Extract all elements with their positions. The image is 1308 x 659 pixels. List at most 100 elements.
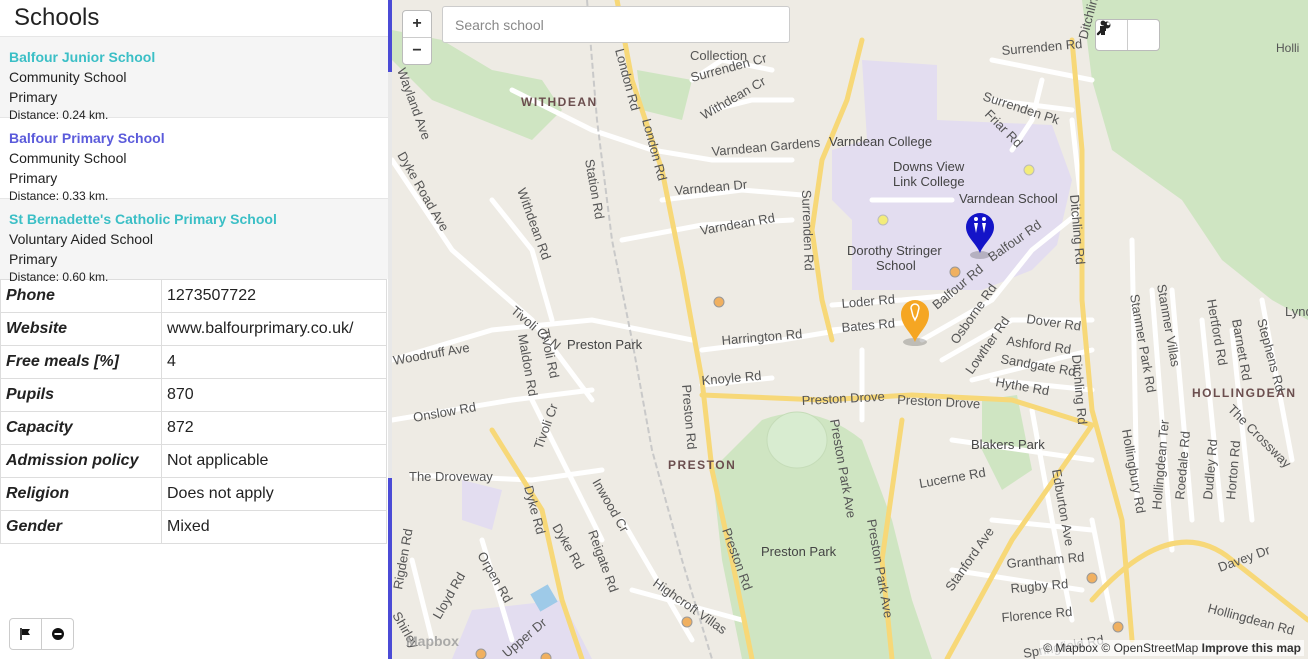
- school-area: [462, 480, 502, 530]
- school-name[interactable]: Balfour Primary School: [9, 128, 379, 148]
- details-key: Free meals [%]: [0, 345, 162, 379]
- details-value: 1273507722: [161, 279, 387, 313]
- label-varndean-school: Varndean School: [959, 191, 1058, 206]
- school-type: Community School: [9, 69, 127, 85]
- label-grantham-rd: Grantham Rd: [1006, 549, 1085, 571]
- label-hollingdean-rd: Hollingdean Rd: [1206, 600, 1296, 637]
- label-dorothy-stringer: Dorothy Stringer: [847, 243, 942, 258]
- label-loder-rd: Loder Rd: [841, 291, 896, 311]
- details-key: Religion: [0, 477, 162, 511]
- sidebar: Schools Balfour Junior School Community …: [0, 0, 388, 659]
- school-poi: [1112, 621, 1124, 633]
- school-type: Community School: [9, 150, 127, 166]
- label-lynd: Lynd: [1285, 304, 1308, 319]
- minus-circle-icon: [51, 628, 64, 640]
- label-preston-park: Preston Park: [761, 544, 837, 559]
- label-varndean-dr: Varndean Dr: [674, 177, 748, 198]
- wrench-button[interactable]: [1096, 20, 1159, 50]
- label-hythe-rd: Hythe Rd: [994, 374, 1050, 398]
- school-poi: [713, 296, 725, 308]
- flag-button[interactable]: [10, 619, 41, 649]
- school-poi: [540, 652, 552, 659]
- label-school: School: [876, 258, 916, 273]
- label-hollingbury-rd: Hollingbury Rd: [1119, 428, 1149, 515]
- school-phase: Primary: [9, 89, 58, 105]
- details-row: Pupils 870: [0, 378, 387, 412]
- label-preston-park-station: Preston Park: [567, 337, 643, 352]
- label-dover-rd: Dover Rd: [1026, 311, 1082, 333]
- label-florence-rd: Florence Rd: [1001, 604, 1073, 625]
- label-holli-park: Holli: [1276, 41, 1299, 55]
- details-value: 870: [161, 378, 387, 412]
- school-phase: Primary: [9, 251, 58, 267]
- school-list-item-selected[interactable]: Balfour Primary School Community School …: [0, 117, 388, 203]
- sidebar-action-buttons: [9, 618, 74, 650]
- label-horton-rd: Horton Rd: [1223, 440, 1243, 500]
- label-preston-drove: Preston Drove: [801, 389, 885, 408]
- details-row: Free meals [%] 4: [0, 345, 387, 379]
- label-woodruff-ave: Woodruff Ave: [392, 340, 471, 368]
- details-value: Not applicable: [161, 444, 387, 478]
- osm-attribution-link[interactable]: © OpenStreetMap: [1101, 641, 1198, 655]
- label-dyke-road-ave: Dyke Road Ave: [394, 149, 452, 234]
- label-preston: PRESTON: [668, 458, 736, 472]
- label-preston-drove-2: Preston Drove: [897, 392, 981, 411]
- school-list-item[interactable]: Balfour Junior School Community School P…: [0, 36, 388, 122]
- label-surrenden-rd-vertical: Surrenden Rd: [799, 190, 817, 271]
- details-value: 872: [161, 411, 387, 445]
- label-preston-rd: Preston Rd: [679, 384, 700, 450]
- label-ditchling-rd-2: Ditchling Rd: [1067, 194, 1088, 265]
- label-withdean: WITHDEAN: [521, 95, 598, 109]
- map-attribution: © Mapbox © OpenStreetMap Improve this ma…: [1040, 640, 1304, 656]
- label-orpen-rd: Orpen Rd: [474, 549, 515, 605]
- school-poi: [475, 648, 487, 659]
- school-type: Voluntary Aided School: [9, 231, 153, 247]
- search-school-input[interactable]: [442, 6, 790, 43]
- label-lucerne-rd: Lucerne Rd: [918, 465, 987, 491]
- label-lloyd-rd: Lloyd Rd: [430, 570, 469, 622]
- school-poi: [1086, 572, 1098, 584]
- label-varndean-gardens: Varndean Gardens: [711, 135, 821, 159]
- remove-button[interactable]: [41, 619, 73, 649]
- label-knoyle-rd: Knoyle Rd: [701, 368, 762, 388]
- details-value: www.balfourprimary.co.uk/: [161, 312, 387, 346]
- zoom-control: + −: [402, 10, 432, 65]
- details-value: Does not apply: [161, 477, 387, 511]
- flag-icon: [19, 628, 30, 640]
- school-poi: [1023, 164, 1035, 176]
- school-name[interactable]: Balfour Junior School: [9, 47, 379, 67]
- label-downs-view: Downs View: [893, 159, 965, 174]
- details-key: Admission policy: [0, 444, 162, 478]
- details-row: Website www.balfourprimary.co.uk/: [0, 312, 387, 346]
- label-the-droveway: The Droveway: [409, 469, 493, 484]
- label-reigate-rd: Reigate Rd: [585, 528, 621, 594]
- label-link-college: Link College: [893, 174, 965, 189]
- label-station-rd: Station Rd: [582, 158, 607, 220]
- mapbox-attribution-link[interactable]: © Mapbox: [1043, 641, 1098, 655]
- label-maldon-rd: Maldon Rd: [515, 333, 541, 398]
- school-list-item[interactable]: St Bernadette's Catholic Primary School …: [0, 198, 388, 284]
- label-surrenden-rd: Surrenden Rd: [1001, 36, 1083, 58]
- details-value: 4: [161, 345, 387, 379]
- label-varndean-rd: Varndean Rd: [699, 210, 776, 238]
- sidebar-title: Schools: [14, 4, 100, 31]
- details-key: Pupils: [0, 378, 162, 412]
- school-name[interactable]: St Bernadette's Catholic Primary School: [9, 209, 379, 229]
- zoom-in-button[interactable]: +: [403, 11, 431, 37]
- details-key: Website: [0, 312, 162, 346]
- details-key: Gender: [0, 510, 162, 544]
- details-key: Capacity: [0, 411, 162, 445]
- details-value: Mixed: [161, 510, 387, 544]
- label-blakers-park: Blakers Park: [971, 437, 1045, 452]
- school-poi: [877, 214, 889, 226]
- details-row: Admission policy Not applicable: [0, 444, 387, 478]
- zoom-out-button[interactable]: −: [403, 37, 431, 64]
- details-row: Capacity 872: [0, 411, 387, 445]
- map[interactable]: WITHDEAN PRESTON HOLLINGDEAN Varndean Co…: [392, 0, 1308, 659]
- school-poi: [681, 616, 693, 628]
- label-varndean-college: Varndean College: [829, 134, 932, 149]
- map-tiles[interactable]: WITHDEAN PRESTON HOLLINGDEAN Varndean Co…: [392, 0, 1308, 659]
- details-row: Religion Does not apply: [0, 477, 387, 511]
- improve-map-link[interactable]: Improve this map: [1202, 641, 1301, 655]
- mapbox-logo: Mapbox: [406, 633, 459, 649]
